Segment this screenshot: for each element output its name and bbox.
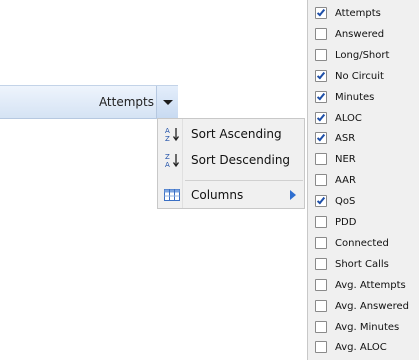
- column-toggle-label: Avg. Answered: [335, 300, 409, 312]
- column-toggle-item[interactable]: Connected: [308, 233, 419, 254]
- column-checkbox[interactable]: [315, 236, 327, 249]
- column-checkbox[interactable]: [315, 7, 327, 19]
- column-checkbox[interactable]: [315, 195, 327, 208]
- column-toggle-item[interactable]: Attempts: [308, 3, 419, 24]
- column-toggle-label: Answered: [335, 28, 385, 40]
- column-toggle-item[interactable]: No Circuit: [308, 66, 419, 87]
- column-toggle-label: No Circuit: [335, 70, 384, 82]
- column-checkbox[interactable]: [315, 341, 327, 354]
- column-checkbox[interactable]: [315, 48, 327, 61]
- column-toggle-label: Minutes: [335, 91, 375, 103]
- column-toggle-label: Avg. Attempts: [335, 279, 406, 291]
- svg-text:A: A: [165, 127, 170, 135]
- columns-label: Columns: [191, 188, 244, 202]
- sort-ascending-icon: A Z: [164, 126, 180, 143]
- column-toggle-item[interactable]: ASR: [308, 128, 419, 149]
- column-checkbox[interactable]: [315, 278, 327, 291]
- column-toggle-label: Attempts: [335, 8, 381, 19]
- column-toggle-label: ALOC: [335, 112, 362, 124]
- checkmark-icon: [316, 7, 326, 17]
- column-toggle-label: QoS: [335, 196, 356, 208]
- column-toggle-item[interactable]: ALOC: [308, 108, 419, 129]
- column-header-menu: A Z Sort Ascending Z A Sort Descending C…: [157, 118, 305, 209]
- sort-ascending-item[interactable]: A Z Sort Ascending: [158, 122, 306, 146]
- column-header-title: Attempts: [98, 95, 154, 109]
- sort-ascending-label: Sort Ascending: [191, 127, 282, 141]
- column-toggle-item[interactable]: Answered: [308, 24, 419, 45]
- column-checkbox[interactable]: [315, 174, 327, 187]
- column-toggle-item[interactable]: Avg. Attempts: [308, 275, 419, 296]
- column-toggle-item[interactable]: Avg. ALOC: [308, 337, 419, 358]
- column-checkbox[interactable]: [315, 153, 327, 166]
- column-checkbox[interactable]: [315, 216, 327, 228]
- checkmark-icon: [316, 91, 326, 100]
- column-toggle-label: ASR: [335, 133, 356, 145]
- column-toggle-label: PDD: [335, 217, 357, 228]
- column-toggle-item[interactable]: Avg. Answered: [308, 296, 419, 317]
- column-toggle-item[interactable]: Long/Short: [308, 45, 419, 66]
- column-checkbox[interactable]: [315, 111, 327, 124]
- column-checkbox[interactable]: [315, 27, 327, 40]
- column-toggle-item[interactable]: AAR: [308, 170, 419, 191]
- column-toggle-label: Avg. Minutes: [335, 321, 400, 333]
- svg-text:A: A: [165, 161, 170, 168]
- column-toggle-label: AAR: [335, 175, 356, 187]
- column-checkbox[interactable]: [315, 257, 327, 270]
- submenu-arrow-icon: [290, 190, 296, 200]
- column-toggle-item[interactable]: Avg. Minutes: [308, 317, 419, 338]
- column-menu-trigger[interactable]: [156, 86, 178, 118]
- column-toggle-label: Long/Short: [335, 49, 390, 61]
- column-checkbox[interactable]: [315, 69, 327, 82]
- column-header-attempts[interactable]: Attempts: [0, 85, 178, 119]
- sort-descending-label: Sort Descending: [191, 153, 291, 167]
- menu-separator: [185, 180, 303, 181]
- column-checkbox[interactable]: [315, 299, 327, 312]
- svg-text:Z: Z: [165, 153, 170, 161]
- column-toggle-item[interactable]: Minutes: [308, 87, 419, 108]
- columns-icon: [164, 187, 180, 203]
- checkmark-icon: [316, 133, 326, 142]
- column-checkbox[interactable]: [315, 132, 327, 145]
- checkmark-icon: [316, 195, 326, 205]
- sort-descending-icon: Z A: [164, 152, 180, 169]
- columns-submenu: Attempts Answered Long/Short No Circuit Minu…: [307, 0, 419, 360]
- checkmark-icon: [316, 70, 326, 80]
- checkmark-icon: [316, 112, 326, 121]
- column-toggle-item[interactable]: QoS: [308, 191, 419, 212]
- column-checkbox[interactable]: [315, 90, 327, 103]
- column-toggle-item[interactable]: NER: [308, 149, 419, 170]
- column-toggle-label: Avg. ALOC: [335, 342, 387, 354]
- chevron-down-icon: [163, 100, 173, 105]
- sort-descending-item[interactable]: Z A Sort Descending: [158, 148, 306, 172]
- column-toggle-item[interactable]: PDD: [308, 212, 419, 233]
- column-checkbox[interactable]: [315, 320, 327, 333]
- columns-item[interactable]: Columns: [158, 183, 306, 207]
- svg-text:Z: Z: [165, 135, 170, 142]
- column-toggle-label: Short Calls: [335, 258, 389, 270]
- column-toggle-label: Connected: [335, 237, 389, 249]
- column-toggle-label: NER: [335, 154, 356, 166]
- column-toggle-item[interactable]: Short Calls: [308, 254, 419, 275]
